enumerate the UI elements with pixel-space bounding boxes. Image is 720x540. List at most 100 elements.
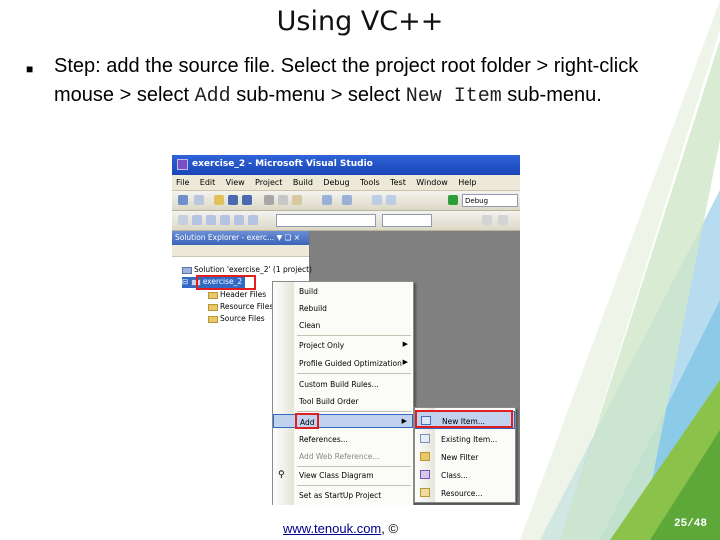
new-filter-icon <box>420 452 430 461</box>
menu-item-project-only[interactable]: Project Only ▶ <box>273 338 413 352</box>
menu-item-build[interactable]: Build <box>273 284 413 298</box>
resource-icon <box>420 488 430 497</box>
menu-item-view-class-diagram[interactable]: ⚲ View Class Diagram <box>273 468 413 482</box>
paste-icon[interactable] <box>292 195 302 205</box>
menu-item-project-only-label: Project Only <box>299 341 345 350</box>
menu-item-custom-build-rules-label: Custom Build Rules... <box>299 380 379 389</box>
save-all-icon[interactable] <box>242 195 252 205</box>
font-size-select[interactable] <box>382 214 432 227</box>
solution-config-select[interactable]: Debug <box>462 194 518 207</box>
code-new-item: New Item <box>405 85 502 108</box>
submenu-resource-label: Resource... <box>441 489 483 498</box>
copy-icon[interactable] <box>278 195 288 205</box>
submenu-item-resource[interactable]: Resource... <box>415 484 515 502</box>
menu-separator <box>297 335 411 336</box>
menu-item-set-startup-label: Set as StartUp Project <box>299 491 382 500</box>
open-folder-icon[interactable] <box>214 195 224 205</box>
project-selection-outline <box>196 275 256 290</box>
submenu-arrow-icon: ▶ <box>402 358 408 366</box>
menu-file[interactable]: File <box>172 175 193 187</box>
navigate-forward-icon[interactable] <box>386 195 396 205</box>
class-icon <box>420 470 430 479</box>
menu-item-pgo[interactable]: Profile Guided Optimization ▶ <box>273 356 413 370</box>
format-icon-5[interactable] <box>248 215 258 225</box>
visual-studio-screenshot: exercise_2 - Microsoft Visual Studio Fil… <box>172 155 520 505</box>
menu-item-rebuild[interactable]: Rebuild <box>273 301 413 315</box>
menu-view[interactable]: View <box>222 175 249 187</box>
undo-icon[interactable] <box>322 195 332 205</box>
expand-minus-icon: ⊟ <box>182 277 189 286</box>
bold-icon[interactable] <box>482 215 492 225</box>
menu-item-view-class-diagram-label: View Class Diagram <box>299 471 374 480</box>
menu-item-tool-build-order[interactable]: Tool Build Order <box>273 394 413 408</box>
new-project-icon[interactable] <box>178 195 188 205</box>
submenu-item-existing-item[interactable]: Existing Item... <box>415 430 515 448</box>
menu-window[interactable]: Window <box>412 175 452 187</box>
menu-project[interactable]: Project <box>251 175 286 187</box>
menu-item-references[interactable]: References... <box>273 432 413 446</box>
page-number: 25/48 <box>674 518 708 530</box>
tree-header-files-label: Header Files <box>220 290 267 299</box>
footer-copyright: , © <box>381 521 399 536</box>
menu-item-references-label: References... <box>299 435 348 444</box>
menu-help[interactable]: Help <box>454 175 480 187</box>
vs-menu-bar: File Edit View Project Build Debug Tools… <box>172 175 520 191</box>
menu-item-pgo-label: Profile Guided Optimization <box>299 359 402 368</box>
tree-solution-label: Solution 'exercise_2' (1 project) <box>194 265 312 274</box>
solution-explorer-toolbar <box>172 245 309 257</box>
format-icon-4[interactable] <box>234 215 244 225</box>
folder-icon <box>208 315 218 323</box>
start-debug-icon[interactable] <box>448 195 458 205</box>
menu-build[interactable]: Build <box>289 175 317 187</box>
add-item-icon[interactable] <box>194 195 204 205</box>
menu-test[interactable]: Test <box>386 175 410 187</box>
submenu-arrow-icon: ▶ <box>402 340 408 348</box>
format-icon-2[interactable] <box>206 215 216 225</box>
tree-resource-files[interactable]: Resource Files <box>208 302 273 313</box>
tree-source-files[interactable]: Source Files <box>208 314 265 325</box>
font-name-select[interactable] <box>276 214 376 227</box>
cut-icon[interactable] <box>264 195 274 205</box>
menu-item-custom-build-rules[interactable]: Custom Build Rules... <box>273 377 413 391</box>
menu-item-build-label: Build <box>299 287 318 296</box>
tree-header-files[interactable]: Header Files <box>208 290 266 301</box>
menu-tools[interactable]: Tools <box>356 175 384 187</box>
class-diagram-icon: ⚲ <box>278 470 285 480</box>
menu-separator <box>297 373 411 374</box>
tree-resource-files-label: Resource Files <box>220 302 274 311</box>
format-icon-3[interactable] <box>220 215 230 225</box>
submenu-class-label: Class... <box>441 471 468 480</box>
website-link[interactable]: www.tenouk.com <box>283 521 381 536</box>
instruction-suffix: sub-menu. <box>501 84 602 106</box>
menu-item-tool-build-order-label: Tool Build Order <box>299 397 359 406</box>
bullet-marker: ■ <box>26 62 34 76</box>
submenu-item-class[interactable]: Class... <box>415 466 515 484</box>
add-selection-outline <box>295 413 319 429</box>
instruction-mid: sub-menu > select <box>230 84 406 106</box>
menu-edit[interactable]: Edit <box>196 175 220 187</box>
existing-item-icon <box>420 434 430 443</box>
menu-item-rebuild-label: Rebuild <box>299 304 327 313</box>
menu-item-set-startup[interactable]: Set as StartUp Project <box>273 488 413 502</box>
format-icon-1[interactable] <box>192 215 202 225</box>
solution-config-value: Debug <box>465 197 489 205</box>
add-submenu: New Item... Existing Item... New Filter … <box>414 407 516 503</box>
menu-separator <box>297 466 411 467</box>
slide-title: Using VC++ <box>276 6 444 37</box>
menu-item-add-web-reference[interactable]: Add Web Reference... <box>273 449 413 463</box>
vs-window-title: exercise_2 - Microsoft Visual Studio <box>192 159 373 169</box>
redo-icon[interactable] <box>342 195 352 205</box>
menu-item-add-web-reference-label: Add Web Reference... <box>299 452 380 461</box>
menu-item-clean-label: Clean <box>299 321 321 330</box>
vs-formatting-toolbar <box>172 211 520 231</box>
navigate-back-icon[interactable] <box>372 195 382 205</box>
menu-item-clean[interactable]: Clean <box>273 318 413 332</box>
submenu-item-new-filter[interactable]: New Filter <box>415 448 515 466</box>
folder-icon <box>208 303 218 311</box>
instruction-text: Step: add the source file. Select the pr… <box>54 52 664 111</box>
menu-item-add[interactable]: Add ▶ <box>273 414 413 428</box>
italic-icon[interactable] <box>498 215 508 225</box>
menu-debug[interactable]: Debug <box>319 175 353 187</box>
save-icon[interactable] <box>228 195 238 205</box>
toolbar-grip-icon <box>178 215 188 225</box>
